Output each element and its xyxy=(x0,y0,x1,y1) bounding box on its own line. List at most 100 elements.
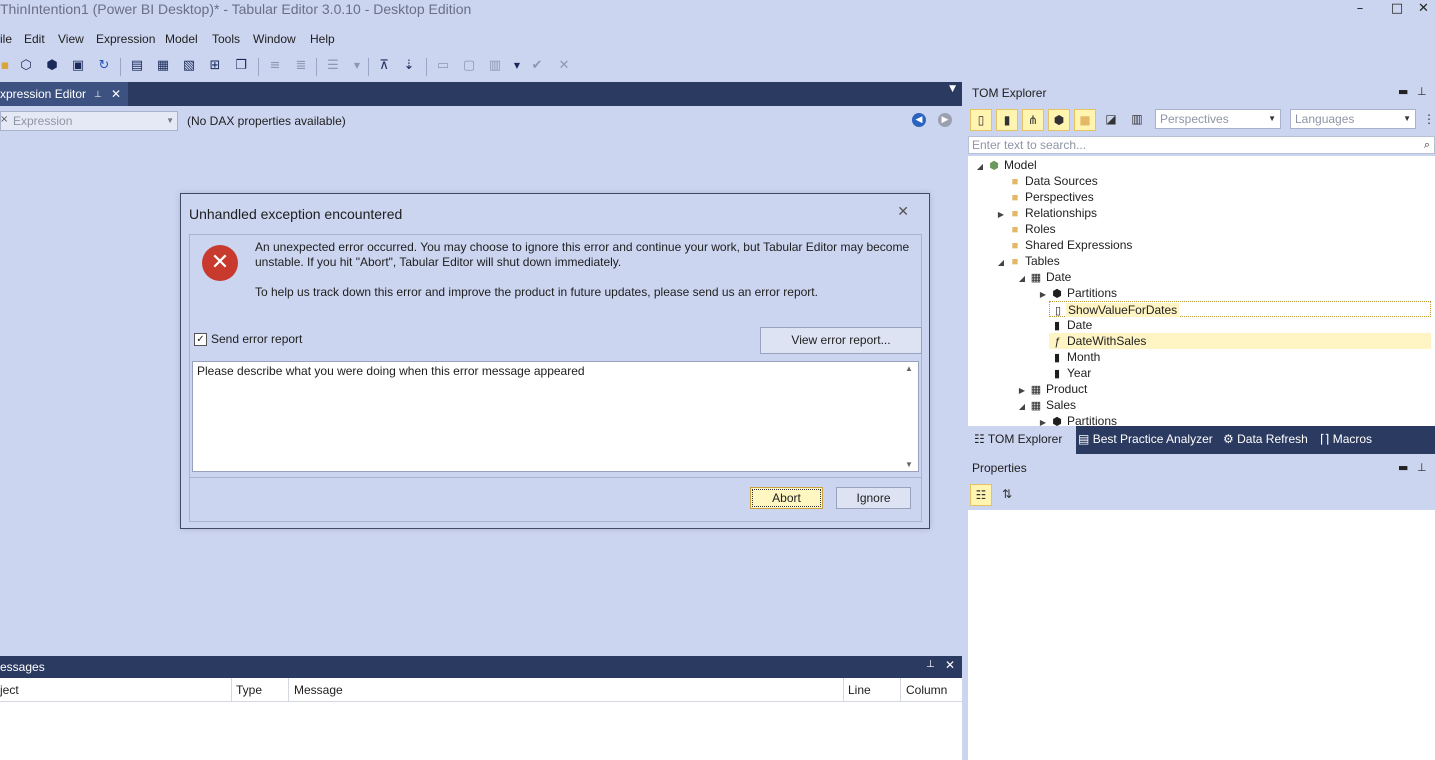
tab-tom-explorer[interactable]: ☷ TOM Explorer xyxy=(968,426,1076,454)
outdent-icon[interactable]: ≣ xyxy=(292,57,310,75)
pin-icon[interactable]: ⊥ xyxy=(1417,85,1427,98)
tab-messages[interactable]: essages xyxy=(0,656,45,678)
tree-node-roles[interactable]: ■ Roles xyxy=(995,221,1058,237)
tree-node-relationships[interactable]: ▶ ■ Relationships xyxy=(995,205,1099,221)
tree-node-sales-partitions[interactable]: ▶ ⬢ Partitions xyxy=(1037,413,1119,426)
menu-help[interactable]: Help xyxy=(310,32,335,46)
column-type[interactable]: Type xyxy=(236,683,262,697)
categorized-icon[interactable]: ☷ xyxy=(970,484,992,506)
collapse-icon[interactable]: ◢ xyxy=(974,159,986,175)
pin-icon[interactable]: ⊥ xyxy=(94,82,102,106)
open-icon[interactable]: ▪ xyxy=(0,57,14,75)
maximize-panel-icon[interactable]: ▬ xyxy=(1398,85,1408,98)
menu-window[interactable]: Window xyxy=(253,32,296,46)
chevron-down-icon[interactable]: ▼ xyxy=(508,57,526,75)
tree-node-partitions[interactable]: ▶ ⬢ Partitions xyxy=(1037,285,1119,301)
column-message[interactable]: Message xyxy=(294,683,343,697)
tree-node-data-sources[interactable]: ■ Data Sources xyxy=(995,173,1100,189)
send-report-label[interactable]: Send error report xyxy=(211,332,302,346)
forward-arrow-icon[interactable]: ▶ xyxy=(938,113,952,127)
columns-view-icon[interactable]: ▥ xyxy=(1126,109,1148,131)
tab-macros[interactable]: ⌈⌉ Macros xyxy=(1320,426,1372,454)
expand-icon[interactable]: ▶ xyxy=(1037,287,1049,303)
tree-node-table-date[interactable]: ◢ ▦ Date xyxy=(1016,269,1073,285)
align-icon[interactable]: ⊼ xyxy=(375,57,393,75)
close-icon[interactable]: ✕ xyxy=(111,82,121,106)
cube-icon[interactable]: ⬡ xyxy=(17,57,35,75)
scroll-down-icon[interactable]: ▼ xyxy=(905,460,913,469)
collapse-icon[interactable]: ◢ xyxy=(995,255,1007,271)
close-icon[interactable]: ✕ xyxy=(945,658,955,672)
model-icon[interactable]: ⬢ xyxy=(43,57,61,75)
chevron-down-icon[interactable]: ▼ xyxy=(949,84,956,94)
tree-node-shared-expressions[interactable]: ■ Shared Expressions xyxy=(995,237,1134,253)
column-object[interactable]: ject xyxy=(0,683,19,697)
panel-icon[interactable]: ▭ xyxy=(434,57,452,75)
menu-file[interactable]: ile xyxy=(0,32,12,46)
partition-icon[interactable]: ⬢ xyxy=(1048,109,1070,131)
save-icon[interactable]: ▣ xyxy=(69,57,87,75)
scroll-up-icon[interactable]: ▲ xyxy=(905,364,913,373)
tree-node-month[interactable]: ▮ Month xyxy=(1049,349,1102,365)
close-window-button[interactable]: ✕ xyxy=(1412,0,1435,22)
tree-node-table-sales[interactable]: ◢ ▦ Sales xyxy=(1016,397,1078,413)
measure-icon[interactable]: ▯ xyxy=(970,109,992,131)
script-icon[interactable]: ▧ xyxy=(180,57,198,75)
tab-expression-editor[interactable]: xpression Editor ⊥ ✕ xyxy=(0,82,128,106)
tree-node-perspectives[interactable]: ■ Perspectives xyxy=(995,189,1096,205)
menu-expression[interactable]: Expression xyxy=(96,32,155,46)
edit-icon[interactable]: ◪ xyxy=(1100,109,1122,131)
dialog-close-button[interactable]: ✕ xyxy=(897,204,909,220)
tree-node-showvaluefordates[interactable]: ▯ ShowValueForDates xyxy=(1049,301,1431,317)
tree-node-tables[interactable]: ◢ ■ Tables xyxy=(995,253,1062,269)
search-icon[interactable]: ⌕ xyxy=(1424,137,1430,153)
menu-view[interactable]: View xyxy=(58,32,84,46)
comment-icon[interactable]: ▢ xyxy=(460,57,478,75)
pin-icon[interactable]: ⊥ xyxy=(1417,461,1427,474)
menu-edit[interactable]: Edit xyxy=(24,32,45,46)
menu-model[interactable]: Model xyxy=(165,32,198,46)
check-icon[interactable]: ✔ xyxy=(528,57,546,75)
textarea-scrollbar[interactable]: ▲ ▼ xyxy=(901,362,918,471)
diagram-icon[interactable]: ⊞ xyxy=(206,57,224,75)
maximize-panel-icon[interactable]: ▬ xyxy=(1398,461,1408,474)
table-icon[interactable]: ▦ xyxy=(154,57,172,75)
indent-icon[interactable]: ≡ xyxy=(266,57,284,75)
tab-best-practice-analyzer[interactable]: ▤ Best Practice Analyzer xyxy=(1078,426,1213,454)
view-error-report-button[interactable]: View error report... xyxy=(760,327,922,354)
new-document-icon[interactable]: ▤ xyxy=(128,57,146,75)
folder-icon[interactable]: ■ xyxy=(1074,109,1096,131)
tom-search-input[interactable]: Enter text to search... ⌕ xyxy=(968,136,1435,154)
collapse-icon[interactable]: ◢ xyxy=(1016,271,1028,287)
tab-data-refresh[interactable]: ⚙ Data Refresh xyxy=(1223,426,1308,454)
ignore-button[interactable]: Ignore xyxy=(836,487,911,509)
format-icon[interactable]: ☰ xyxy=(324,57,342,75)
sort-alpha-icon[interactable]: ⇅ xyxy=(996,484,1018,506)
sort-icon[interactable]: ⇣ xyxy=(400,57,418,75)
description-textarea[interactable]: Please describe what you were doing when… xyxy=(192,361,919,472)
column-column[interactable]: Column xyxy=(906,683,947,697)
hierarchy-icon[interactable]: ⋔ xyxy=(1022,109,1044,131)
tree-node-datewithsales[interactable]: ƒ DateWithSales xyxy=(1049,333,1431,349)
expression-combo[interactable]: Expression ▼ xyxy=(0,111,178,131)
tree-node-column-date[interactable]: ▮ Date xyxy=(1049,317,1094,333)
languages-dropdown[interactable]: Languages ▼ xyxy=(1290,109,1416,129)
abort-button[interactable]: Abort xyxy=(750,487,823,509)
tree-node-year[interactable]: ▮ Year xyxy=(1049,365,1093,381)
column-line[interactable]: Line xyxy=(848,683,871,697)
expand-icon[interactable]: ▶ xyxy=(1037,415,1049,426)
overflow-icon[interactable]: ⋮ xyxy=(1423,109,1435,131)
send-report-checkbox[interactable]: ✓ xyxy=(194,333,207,346)
collapse-icon[interactable]: ◢ xyxy=(1016,399,1028,415)
tree-node-model[interactable]: ◢ ⬢ Model xyxy=(974,157,1039,173)
copy-icon[interactable]: ❐ xyxy=(232,57,250,75)
menu-tools[interactable]: Tools xyxy=(212,32,240,46)
cancel-icon[interactable]: ✕ xyxy=(555,57,573,75)
pin-icon[interactable]: ⊥ xyxy=(926,659,935,670)
refresh-icon[interactable]: ↻ xyxy=(95,57,113,75)
tree-node-table-product[interactable]: ▶ ▦ Product xyxy=(1016,381,1089,397)
chevron-down-icon[interactable]: ▼ xyxy=(348,57,366,75)
column-icon[interactable]: ▮ xyxy=(996,109,1018,131)
back-arrow-icon[interactable]: ◀ xyxy=(912,113,926,127)
clipboard-icon[interactable]: ▥ xyxy=(486,57,504,75)
